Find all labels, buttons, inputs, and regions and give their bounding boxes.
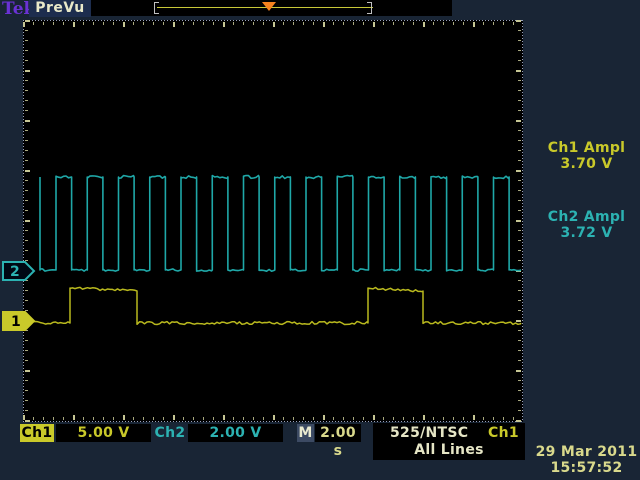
acquisition-preview-bar [91,0,452,16]
oscilloscope-screen: Tek PreVu 2 1 Ch1 Ampl 3.7 [0,0,640,480]
graticule [23,20,523,422]
trigger-mode: All Lines [373,442,525,459]
date-text: 29 Mar 2011 [533,444,640,460]
record-window-left-bracket-icon [154,2,159,14]
svg-text:1: 1 [11,314,21,330]
datetime-readout: 29 Mar 2011 15:57:52 [533,444,640,476]
timebase-badge: M [297,424,314,442]
channel-1-position-marker: 1 [2,311,36,331]
channel-2-position-marker: 2 [2,261,36,281]
waveform-ch2 [40,176,521,272]
trigger-standard: 525/NTSC [390,424,468,442]
timebase-readout: 2.00 s [315,424,361,442]
acquisition-status-badge: PreVu [29,0,91,17]
measurement-value: 3.70 V [533,156,640,172]
measurement-label: Ch2 Ampl [533,209,640,225]
ch2-badge: Ch2 [153,424,187,442]
measurement-value: 3.72 V [533,225,640,241]
ch2-scale-readout: 2.00 V [188,424,283,442]
measurement-ch1-amplitude: Ch1 Ampl 3.70 V [533,140,640,172]
measurement-ch2-amplitude: Ch2 Ampl 3.72 V [533,209,640,241]
trigger-position-bar-icon [262,2,276,11]
trigger-source: Ch1 [488,424,519,442]
svg-text:2: 2 [10,264,20,280]
ch1-badge: Ch1 [20,424,54,442]
record-window-right-bracket-icon [367,2,372,14]
waveform-ch1 [23,287,521,324]
time-text: 15:57:52 [533,460,640,476]
trigger-readout-box: 525/NTSC Ch1 All Lines [373,423,525,460]
measurement-label: Ch1 Ampl [533,140,640,156]
ch1-scale-readout: 5.00 V [56,424,151,442]
